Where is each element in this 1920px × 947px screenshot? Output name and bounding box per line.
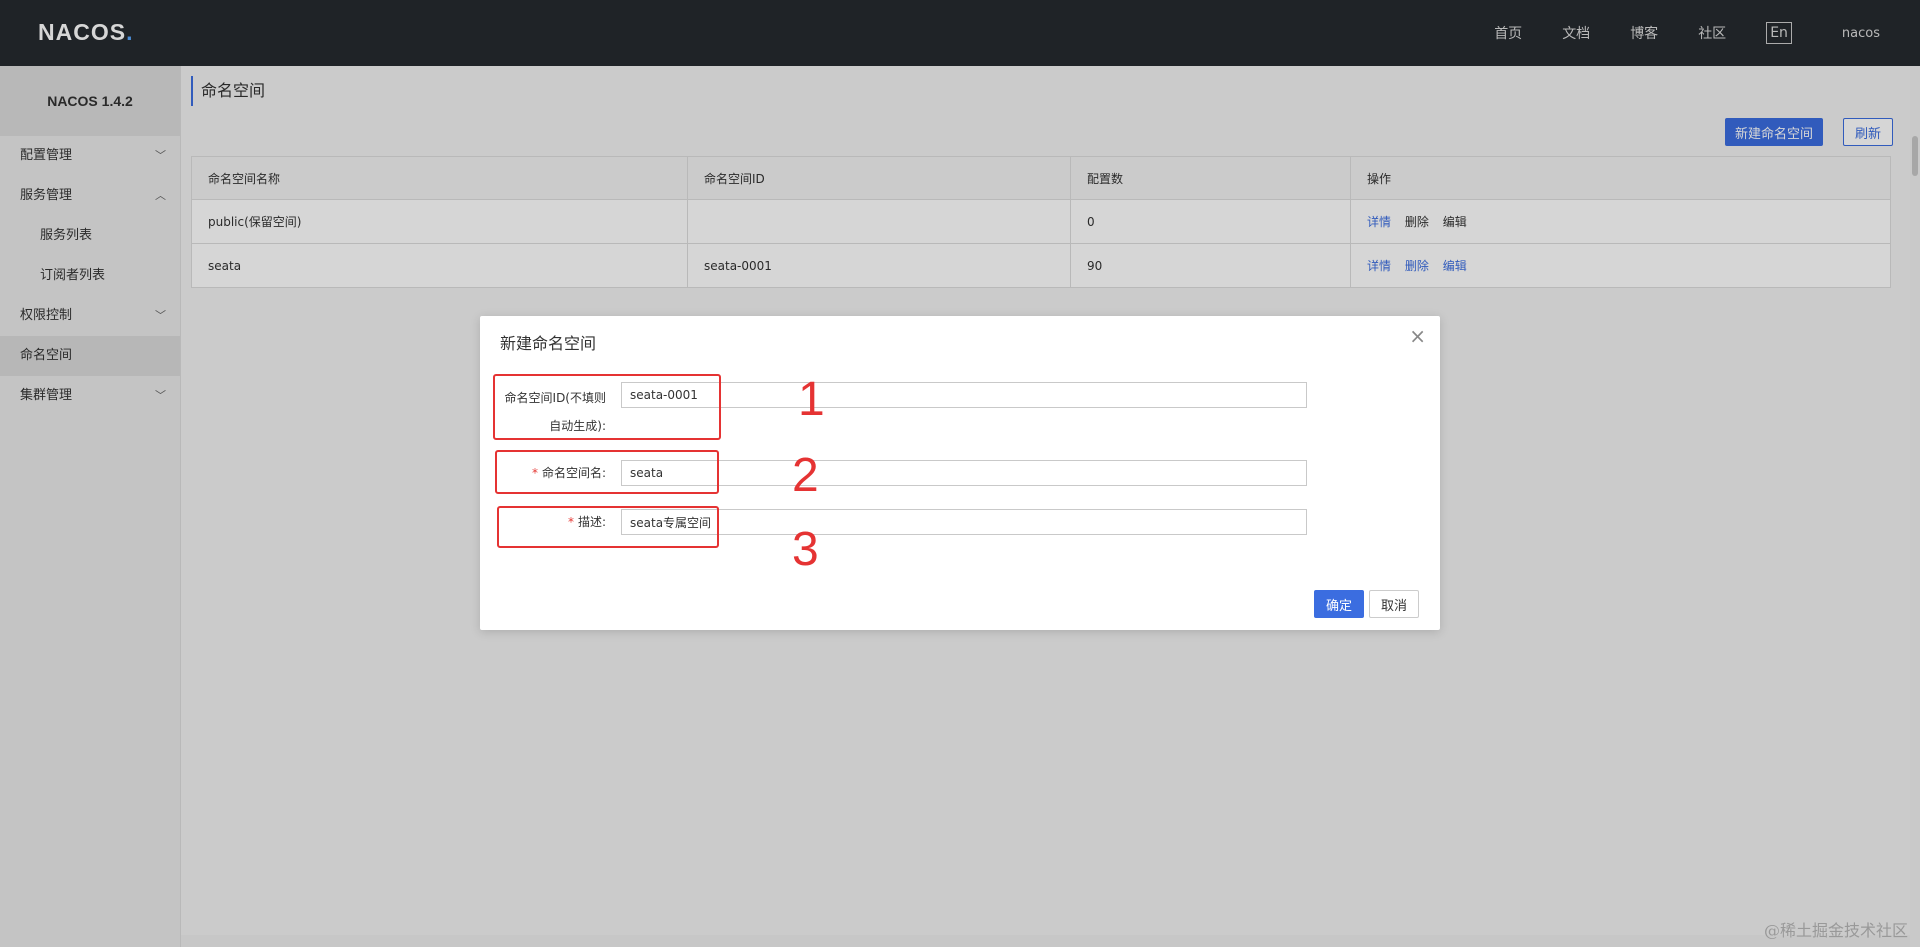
- annotation-box-2: [495, 450, 719, 494]
- annotation-number-2: 2: [792, 449, 819, 502]
- new-namespace-dialog: 新建命名空间 × 命名空间ID(不填则 自动生成): *命名空间名: *描述: …: [480, 316, 1440, 630]
- close-icon[interactable]: ×: [1409, 324, 1426, 348]
- namespace-id-input[interactable]: [621, 382, 1307, 408]
- watermark: @稀土掘金技术社区: [1763, 921, 1908, 940]
- annotation-box-3: [497, 506, 719, 548]
- confirm-button[interactable]: 确定: [1314, 590, 1364, 618]
- cancel-button[interactable]: 取消: [1369, 590, 1419, 618]
- annotation-number-1: 1: [798, 373, 825, 426]
- dialog-title: 新建命名空间: [500, 334, 597, 353]
- annotation-number-3: 3: [792, 523, 819, 576]
- description-input[interactable]: [621, 509, 1307, 535]
- namespace-name-input[interactable]: [621, 460, 1307, 486]
- annotation-box-1: [493, 374, 721, 440]
